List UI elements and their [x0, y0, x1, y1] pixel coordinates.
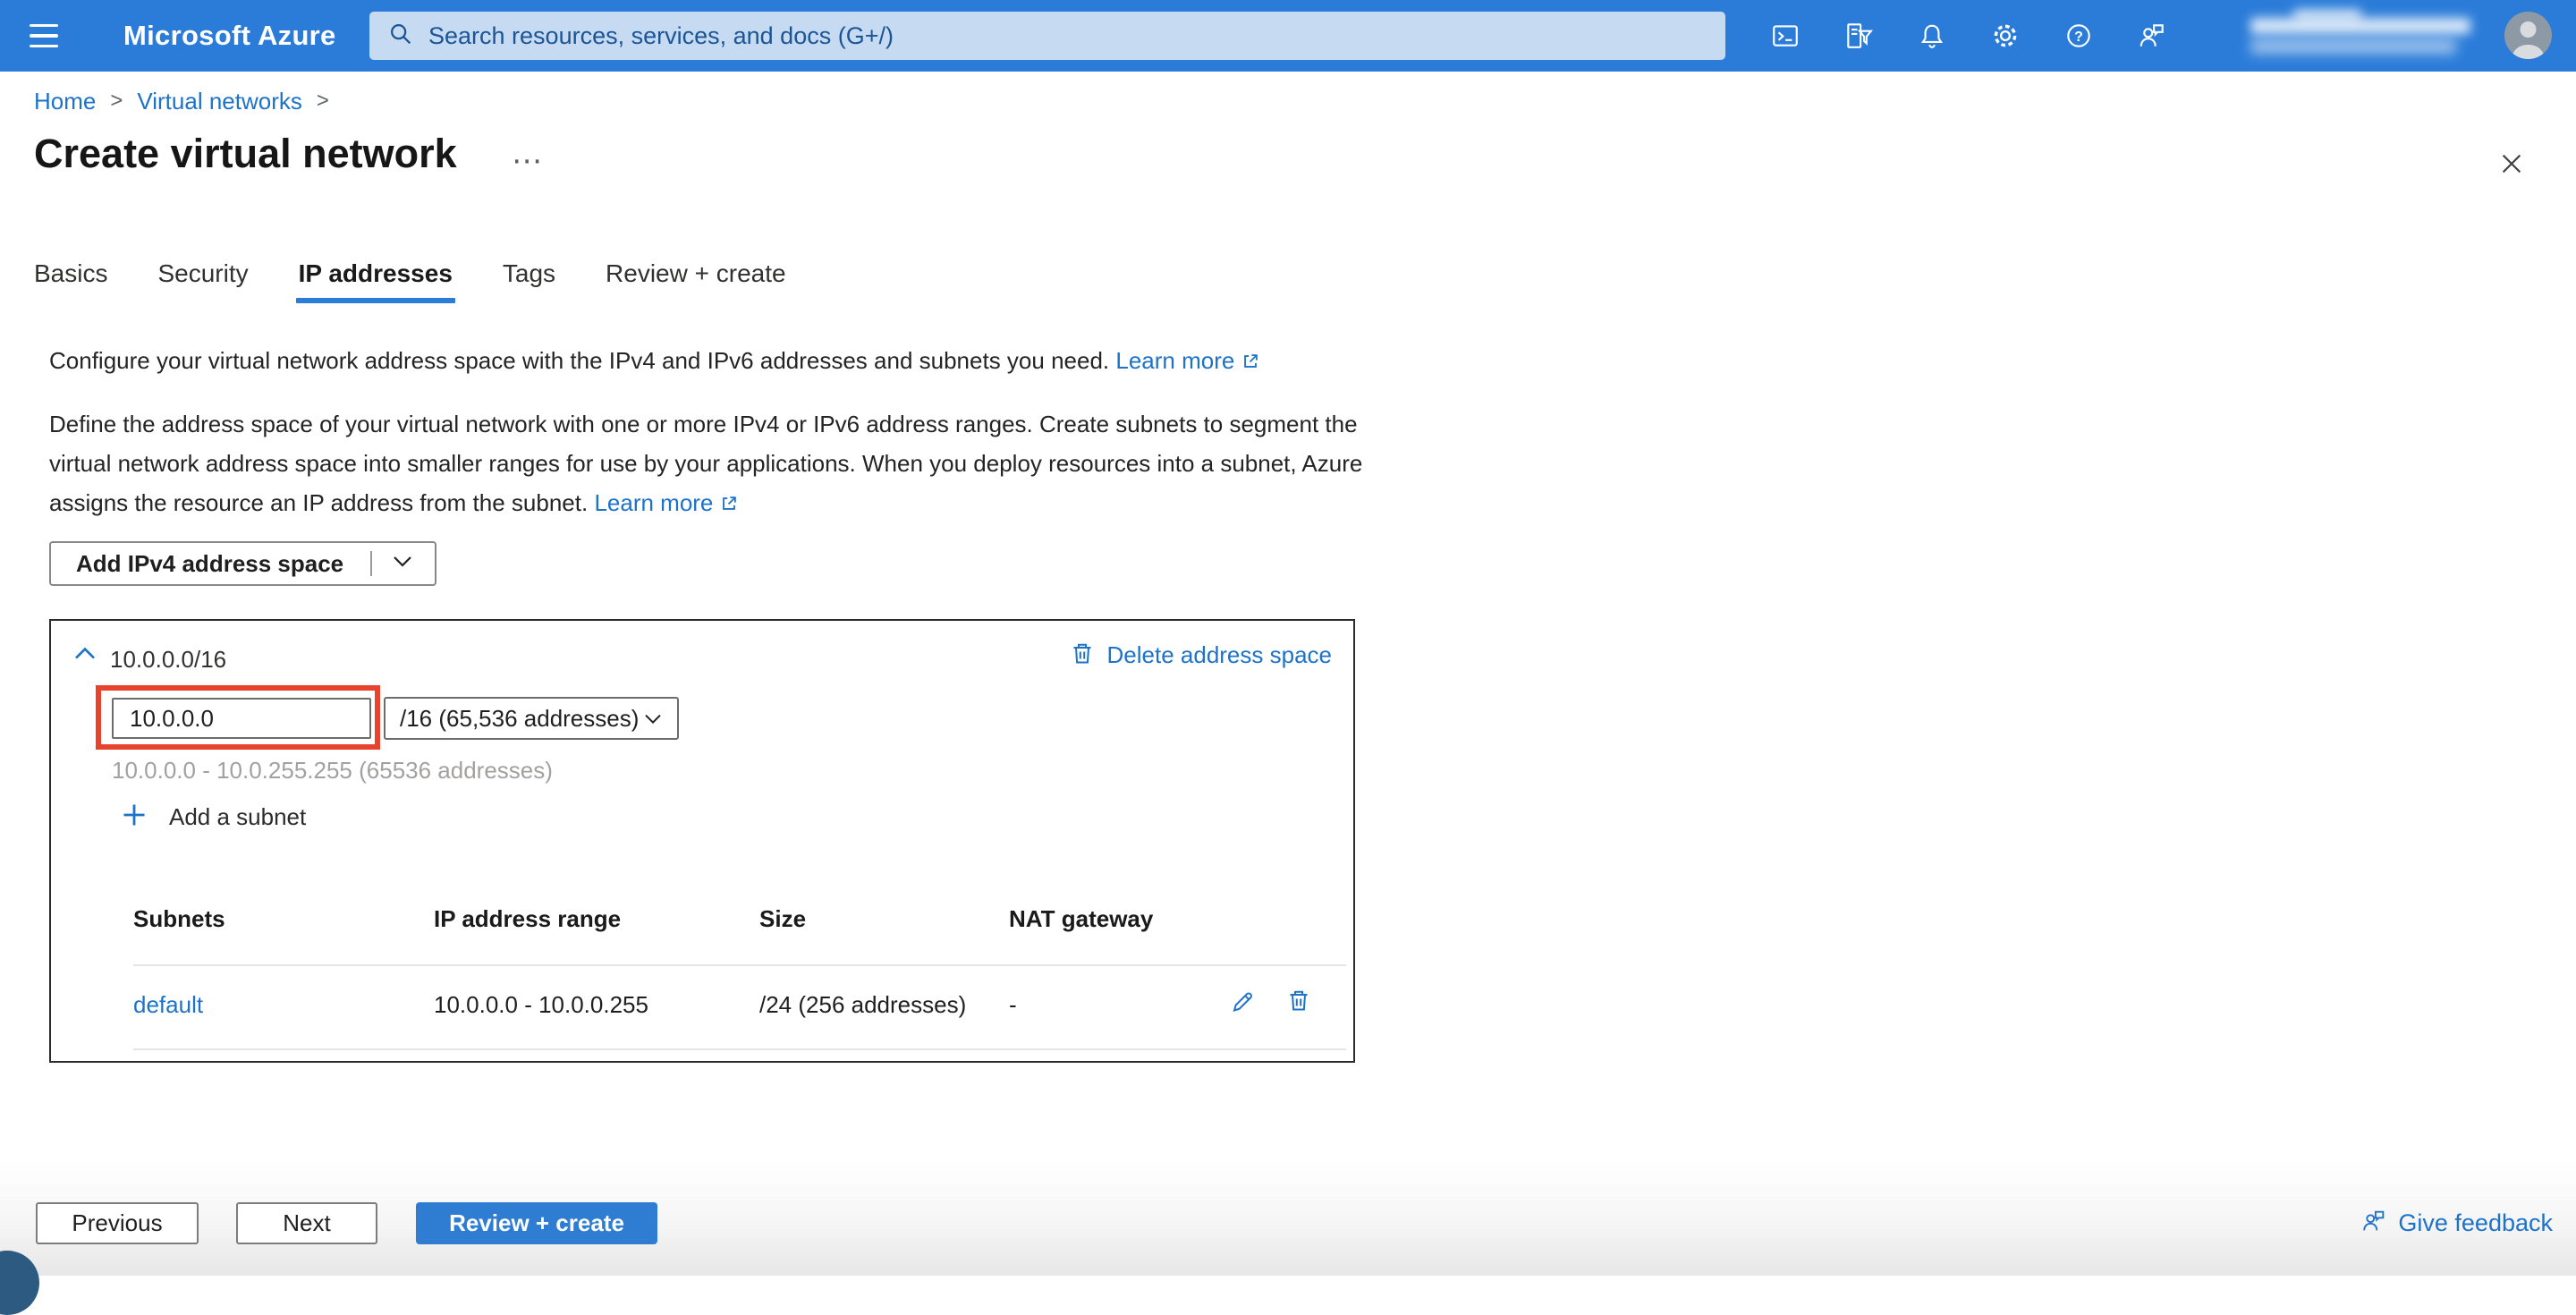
- breadcrumb-home-link[interactable]: Home: [34, 88, 96, 115]
- address-space-ip-input[interactable]: [112, 698, 371, 739]
- prefix-size-value: /16 (65,536 addresses): [400, 705, 639, 733]
- close-icon[interactable]: [2493, 145, 2530, 182]
- intro-text: Configure your virtual network address s…: [49, 347, 2017, 378]
- description-text: Define the address space of your virtual…: [49, 404, 1373, 525]
- plus-icon: [121, 802, 148, 833]
- add-ipv4-label: Add IPv4 address space: [76, 550, 343, 578]
- topbar-actions: ?: [1769, 0, 2168, 72]
- column-header-ip-range: IP address range: [434, 905, 621, 933]
- add-subnet-label: Add a subnet: [169, 803, 306, 831]
- table-divider: [133, 1048, 1346, 1050]
- brand-title: Microsoft Azure: [123, 0, 336, 72]
- tab-security[interactable]: Security: [157, 259, 248, 303]
- azure-top-bar: Microsoft Azure ?: [0, 0, 2576, 72]
- add-subnet-button[interactable]: Add a subnet: [121, 802, 306, 833]
- breadcrumb: Home > Virtual networks >: [34, 88, 329, 115]
- delete-address-space-label: Delete address space: [1107, 641, 1332, 669]
- notifications-bell-icon[interactable]: [1916, 20, 1948, 52]
- directories-filter-icon[interactable]: [1843, 20, 1875, 52]
- feedback-person-icon: [2360, 1208, 2387, 1239]
- external-link-icon: [1241, 350, 1260, 378]
- delete-address-space-button[interactable]: Delete address space: [1070, 641, 1332, 670]
- column-header-nat-gateway: NAT gateway: [1009, 905, 1153, 933]
- breadcrumb-separator: >: [317, 89, 329, 114]
- next-button[interactable]: Next: [236, 1202, 377, 1244]
- subnet-size: /24 (256 addresses): [759, 991, 966, 1019]
- global-search[interactable]: [369, 12, 1725, 60]
- learn-more-link[interactable]: Learn more: [1115, 347, 1234, 374]
- breadcrumb-separator: >: [110, 89, 123, 114]
- feedback-person-icon[interactable]: [2136, 20, 2168, 52]
- give-feedback-label: Give feedback: [2398, 1209, 2553, 1237]
- collapse-chevron-up-icon[interactable]: [72, 644, 99, 664]
- column-header-subnets: Subnets: [133, 905, 225, 933]
- address-range-hint: 10.0.0.0 - 10.0.255.255 (65536 addresses…: [112, 757, 553, 785]
- column-header-size: Size: [759, 905, 806, 933]
- chevron-down-icon[interactable]: [392, 554, 413, 574]
- page-title: Create virtual network: [34, 131, 457, 177]
- tab-tags[interactable]: Tags: [503, 259, 555, 303]
- search-icon: [387, 21, 414, 52]
- breadcrumb-virtual-networks-link[interactable]: Virtual networks: [137, 88, 302, 115]
- tab-basics[interactable]: Basics: [34, 259, 107, 303]
- split-divider: [370, 551, 372, 576]
- more-commands-icon[interactable]: ⋯: [512, 143, 544, 179]
- avatar[interactable]: [2504, 12, 2552, 59]
- trash-icon: [1070, 641, 1095, 670]
- previous-button[interactable]: Previous: [36, 1202, 199, 1244]
- tab-review-create[interactable]: Review + create: [606, 259, 786, 303]
- prefix-size-dropdown[interactable]: /16 (65,536 addresses): [384, 697, 679, 740]
- cloud-shell-icon[interactable]: [1769, 20, 1801, 52]
- wizard-tabs: Basics Security IP addresses Tags Review…: [34, 259, 836, 303]
- table-divider: [133, 964, 1346, 966]
- svg-text:?: ?: [2074, 30, 2083, 45]
- tab-ip-addresses[interactable]: IP addresses: [299, 259, 453, 303]
- wizard-footer: Previous Next Review + create Give feedb…: [0, 1161, 2576, 1276]
- chevron-down-icon: [643, 705, 663, 733]
- subnet-ip-range: 10.0.0.0 - 10.0.0.255: [434, 991, 648, 1019]
- learn-more-link-2[interactable]: Learn more: [594, 489, 713, 516]
- add-ipv4-address-space-button[interactable]: Add IPv4 address space: [49, 541, 436, 586]
- edit-subnet-pencil-icon[interactable]: [1226, 982, 1257, 1018]
- address-space-card: 10.0.0.0/16 Delete address space /16 (65…: [49, 619, 1355, 1063]
- portal-menu-icon[interactable]: [25, 21, 64, 51]
- delete-subnet-trash-icon[interactable]: [1284, 982, 1314, 1018]
- intro-sentence: Configure your virtual network address s…: [49, 347, 1109, 374]
- subnet-name-link[interactable]: default: [133, 991, 203, 1019]
- search-input[interactable]: [428, 22, 1707, 50]
- help-icon[interactable]: ?: [2063, 20, 2095, 52]
- address-space-cidr: 10.0.0.0/16: [110, 646, 226, 674]
- give-feedback-link[interactable]: Give feedback: [2360, 1208, 2553, 1239]
- review-create-button[interactable]: Review + create: [416, 1202, 657, 1244]
- subnet-nat-gateway: -: [1009, 991, 1017, 1019]
- external-link-icon: [719, 486, 739, 525]
- account-info-blurred[interactable]: [2247, 14, 2476, 59]
- settings-gear-icon[interactable]: [1989, 20, 2021, 52]
